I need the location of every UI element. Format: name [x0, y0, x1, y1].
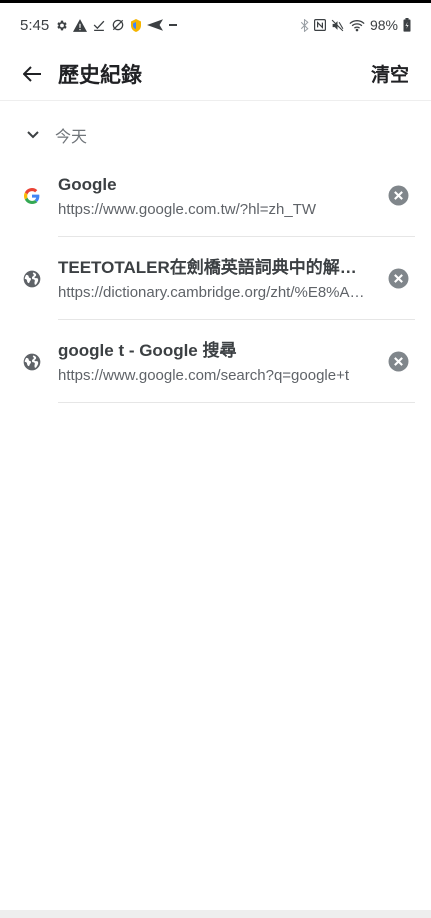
battery-percent: 98%: [369, 17, 398, 33]
divider: [58, 402, 415, 403]
history-item[interactable]: Google https://www.google.com.tw/?hl=zh_…: [0, 154, 431, 237]
history-item-texts: Google https://www.google.com.tw/?hl=zh_…: [58, 174, 370, 220]
globe-icon: [21, 351, 43, 373]
history-item[interactable]: google t - Google 搜尋 https://www.google.…: [0, 320, 431, 403]
remove-item-icon[interactable]: [388, 185, 409, 206]
wifi-icon: [349, 19, 365, 31]
section-today-header[interactable]: 今天: [0, 118, 431, 152]
send-icon: [147, 19, 164, 31]
page-title: 歷史紀錄: [58, 63, 142, 87]
mute-icon: [331, 19, 344, 31]
history-item-title: google t - Google 搜尋: [58, 341, 237, 360]
status-time: 5:45: [20, 16, 50, 34]
minus-icon: [169, 24, 178, 26]
status-bar: 5:45 98%: [0, 3, 431, 47]
history-item-url: https://dictionary.cambridge.org/zht/%E8…: [58, 284, 370, 301]
battery-icon: [403, 18, 411, 32]
remove-item-icon[interactable]: [388, 268, 409, 289]
history-item-texts: google t - Google 搜尋 https://www.google.…: [58, 340, 370, 386]
status-right-icons: 98%: [300, 17, 411, 33]
globe-icon: [21, 268, 43, 290]
remove-item-icon[interactable]: [388, 351, 409, 372]
warning-icon: [73, 18, 88, 32]
bluetooth-icon: [300, 18, 309, 32]
history-item-url: https://www.google.com/search?q=google+t: [58, 367, 350, 384]
clear-history-button[interactable]: 清空: [371, 60, 409, 87]
chevron-down-icon: [25, 127, 41, 143]
nfc-icon: [313, 19, 326, 31]
shield-icon: [131, 18, 142, 32]
app-bar: 歷史紀錄 清空: [0, 47, 431, 101]
back-button[interactable]: [18, 60, 46, 88]
bottom-edge: [0, 910, 431, 918]
status-left-icons: [55, 18, 178, 32]
google-favicon: [21, 185, 43, 207]
history-item-texts: TEETOTALER在劍橋英語詞典中的解釋及翻譯 https://diction…: [58, 257, 370, 303]
gear-icon: [57, 20, 67, 30]
history-list: Google https://www.google.com.tw/?hl=zh_…: [0, 154, 431, 403]
history-item-url: https://www.google.com.tw/?hl=zh_TW: [58, 201, 317, 218]
history-item-title: Google: [58, 175, 117, 194]
history-item[interactable]: TEETOTALER在劍橋英語詞典中的解釋及翻譯 https://diction…: [0, 237, 431, 320]
check-icon: [93, 20, 105, 31]
back-arrow-icon: [23, 65, 41, 82]
section-label: 今天: [55, 129, 88, 146]
sync-off-icon: [112, 19, 124, 31]
history-item-title: TEETOTALER在劍橋英語詞典中的解釋及翻譯: [58, 258, 370, 277]
